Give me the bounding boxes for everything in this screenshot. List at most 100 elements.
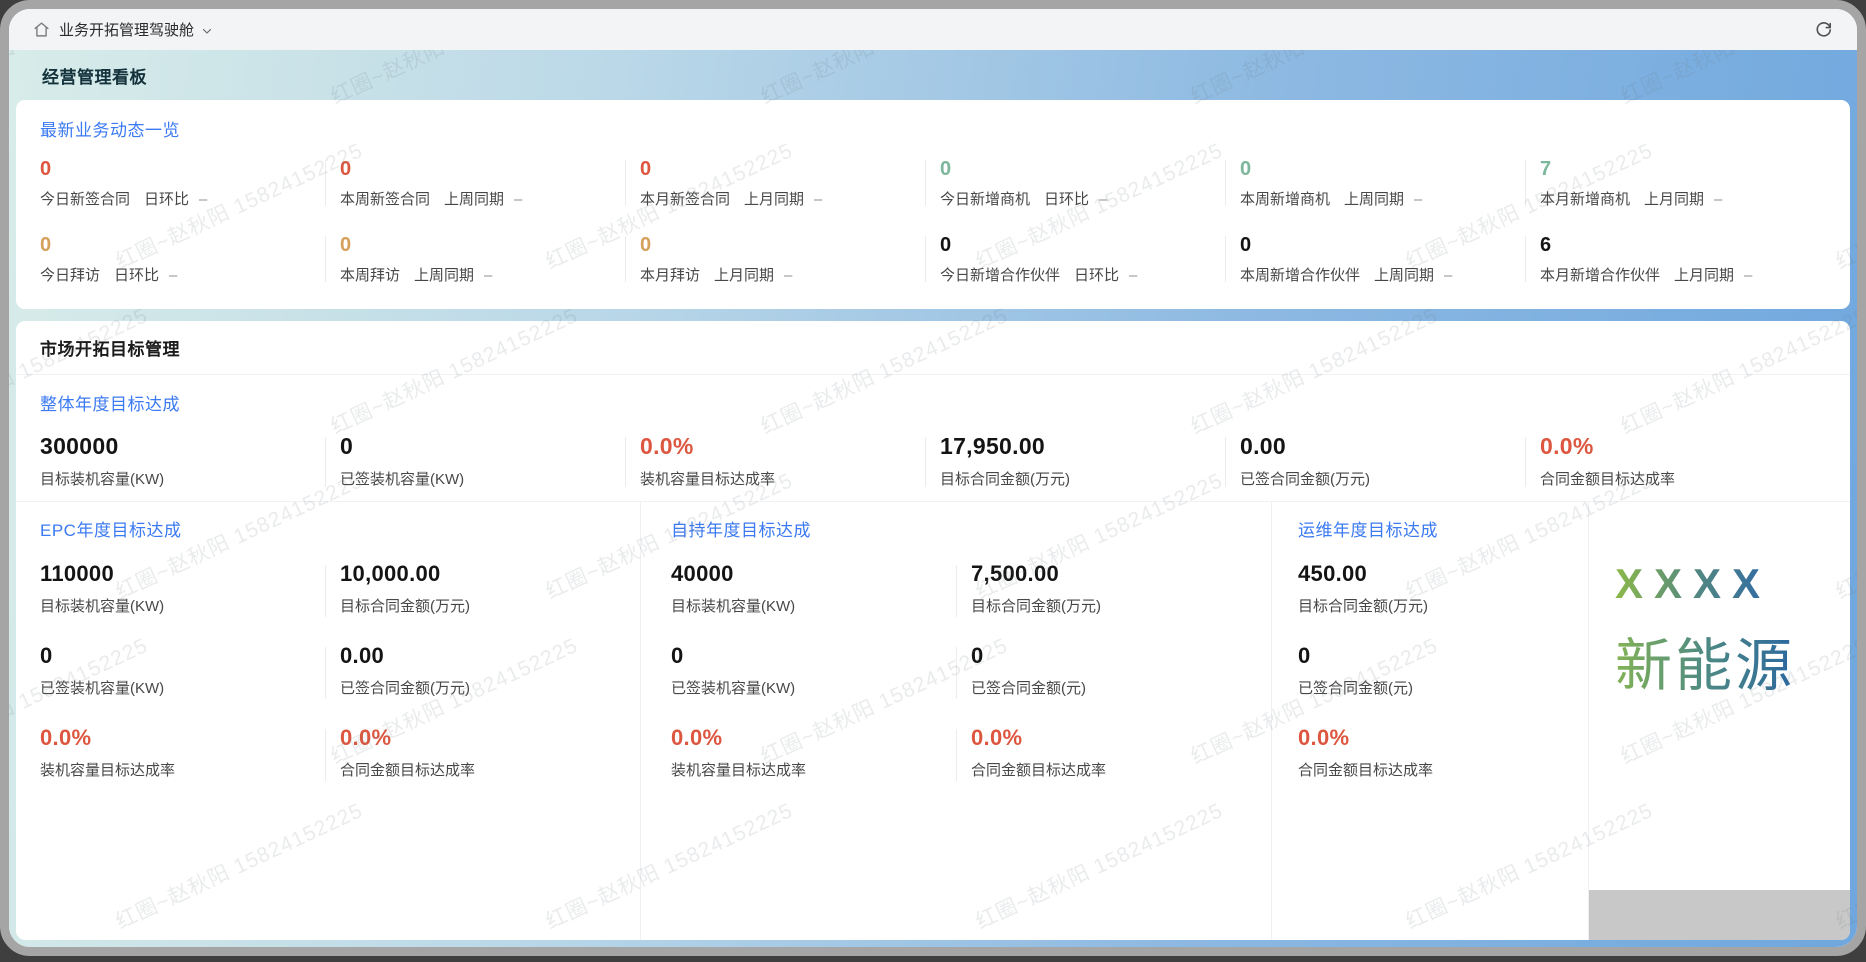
stat-today-new-partner: 0 今日新增合作伙伴日环比– xyxy=(940,233,1240,309)
topbar: 业务开拓管理驾驶舱 xyxy=(9,9,1857,50)
stat-value: 0 xyxy=(340,433,640,459)
stat-label: 目标合同金额(万元) xyxy=(340,595,640,616)
latest-activity-grid: 0 今日新签合同日环比– 0 本周新签合同上周同期– 0 本月新签合同上月同期–… xyxy=(40,157,1850,309)
chevron-down-icon[interactable] xyxy=(201,25,213,37)
stat-value: 0.00 xyxy=(1240,433,1540,459)
stat-value: 0.0% xyxy=(640,433,940,459)
stat-label: 合同金额目标达成率 xyxy=(340,759,640,780)
stat-label: 本月拜访 xyxy=(640,267,700,284)
stat-label: 目标合同金额(万元) xyxy=(940,468,1240,489)
stat-label: 已签合同金额(万元) xyxy=(1240,468,1540,489)
stat-value: 0 xyxy=(1298,643,1578,669)
stat-value: 0.0% xyxy=(1540,433,1840,459)
stat-today-visit: 0 今日拜访日环比– xyxy=(40,233,340,309)
company-logo-text: XXXX xyxy=(1615,560,1771,608)
stat-value: 0 xyxy=(340,157,640,181)
stat-value: 10,000.00 xyxy=(340,561,640,587)
stat-value: 0.0% xyxy=(971,725,1271,751)
stat-month-new-partner: 6 本月新增合作伙伴上月同期– xyxy=(1540,233,1840,309)
stat-week-new-opportunity: 0 本周新增商机上周同期– xyxy=(1240,157,1540,233)
stat-value: 6 xyxy=(1540,233,1840,257)
home-icon[interactable] xyxy=(33,21,50,38)
stat-compare-value: – xyxy=(814,191,822,208)
stat-week-new-contract: 0 本周新签合同上周同期– xyxy=(340,157,640,233)
selfhold-amount-rate: 0.0% 合同金额目标达成率 xyxy=(971,725,1271,807)
overall-target-capacity: 300000 目标装机容量(KW) xyxy=(40,433,340,489)
stat-compare-label: 上月同期 xyxy=(744,191,804,208)
selfhold-target-title[interactable]: 自持年度目标达成 xyxy=(671,516,1271,541)
stat-label: 本月新增合作伙伴 xyxy=(1540,267,1660,284)
stat-value: 0 xyxy=(671,643,971,669)
stat-compare-label: 日环比 xyxy=(1074,267,1119,284)
stat-compare-value: – xyxy=(1129,267,1137,284)
stat-value: 300000 xyxy=(40,433,340,459)
stat-value: 0.0% xyxy=(340,725,640,751)
stat-label: 目标装机容量(KW) xyxy=(40,595,340,616)
card-gap xyxy=(16,309,1850,321)
stat-month-visit: 0 本月拜访上月同期– xyxy=(640,233,940,309)
page-title-dropdown[interactable]: 业务开拓管理驾驶舱 xyxy=(59,19,194,40)
market-target-card: 市场开拓目标管理 整体年度目标达成 300000 目标装机容量(KW) 0 已签… xyxy=(16,321,1850,940)
stat-compare-label: 上周同期 xyxy=(414,267,474,284)
overall-target-grid: 300000 目标装机容量(KW) 0 已签装机容量(KW) 0.0% 装机容量… xyxy=(40,433,1850,489)
overall-capacity-rate: 0.0% 装机容量目标达成率 xyxy=(640,433,940,489)
app-window: 业务开拓管理驾驶舱 经营管理看板 最新业务动态一览 0 今日新签合同日环比– 0… xyxy=(0,0,1866,956)
stat-label: 合同金额目标达成率 xyxy=(971,759,1271,780)
stat-today-new-contract: 0 今日新签合同日环比– xyxy=(40,157,340,233)
overall-target-amount: 17,950.00 目标合同金额(万元) xyxy=(940,433,1240,489)
stat-compare-value: – xyxy=(169,267,177,284)
stat-compare-value: – xyxy=(514,191,522,208)
stat-value: 7 xyxy=(1540,157,1840,181)
om-signed-amount: 0 已签合同金额(元) xyxy=(1298,643,1578,725)
dashboard-content: 经营管理看板 最新业务动态一览 0 今日新签合同日环比– 0 本周新签合同上周同… xyxy=(9,50,1857,947)
stat-compare-label: 日环比 xyxy=(1044,191,1089,208)
stat-label: 合同金额目标达成率 xyxy=(1540,468,1840,489)
stat-compare-value: – xyxy=(1099,191,1107,208)
stat-compare-value: – xyxy=(484,267,492,284)
stat-label: 今日新增合作伙伴 xyxy=(940,267,1060,284)
selfhold-signed-capacity: 0 已签装机容量(KW) xyxy=(671,643,971,725)
board-title: 经营管理看板 xyxy=(16,50,1850,100)
stat-value: 0 xyxy=(1240,157,1540,181)
stat-label: 今日拜访 xyxy=(40,267,100,284)
stat-compare-value: – xyxy=(1744,267,1752,284)
refresh-icon[interactable] xyxy=(1814,20,1833,39)
logo-panel-footer-bar xyxy=(1589,890,1850,940)
stat-compare-label: 上月同期 xyxy=(714,267,774,284)
stat-label: 本周新增合作伙伴 xyxy=(1240,267,1360,284)
stat-compare-value: – xyxy=(1714,191,1722,208)
stat-value: 0.00 xyxy=(340,643,640,669)
stat-today-new-opportunity: 0 今日新增商机日环比– xyxy=(940,157,1240,233)
target-panels: EPC年度目标达成 110000 目标装机容量(KW) 10,000.00 目标… xyxy=(16,502,1850,940)
stat-week-visit: 0 本周拜访上周同期– xyxy=(340,233,640,309)
company-logo-panel: XXXX 新能源 xyxy=(1588,502,1850,940)
stat-value: 0 xyxy=(1240,233,1540,257)
stat-label: 目标合同金额(万元) xyxy=(1298,595,1578,616)
stat-label: 本月新签合同 xyxy=(640,191,730,208)
stat-value: 0.0% xyxy=(40,725,340,751)
overall-signed-amount: 0.00 已签合同金额(万元) xyxy=(1240,433,1540,489)
stat-label: 已签装机容量(KW) xyxy=(40,677,340,698)
stat-label: 今日新增商机 xyxy=(940,191,1030,208)
om-target-amount: 450.00 目标合同金额(万元) xyxy=(1298,561,1578,643)
stat-label: 本月新增商机 xyxy=(1540,191,1630,208)
epc-target-title[interactable]: EPC年度目标达成 xyxy=(40,516,640,541)
selfhold-target-amount: 7,500.00 目标合同金额(万元) xyxy=(971,561,1271,643)
epc-target-capacity: 110000 目标装机容量(KW) xyxy=(40,561,340,643)
epc-signed-amount: 0.00 已签合同金额(万元) xyxy=(340,643,640,725)
selfhold-signed-amount: 0 已签合同金额(元) xyxy=(971,643,1271,725)
stat-label: 目标合同金额(万元) xyxy=(971,595,1271,616)
om-target-panel: 运维年度目标达成 450.00 目标合同金额(万元) 0 已签合同金额(元) 0… xyxy=(1271,502,1588,940)
epc-target-amount: 10,000.00 目标合同金额(万元) xyxy=(340,561,640,643)
latest-activity-title[interactable]: 最新业务动态一览 xyxy=(40,116,1850,141)
om-amount-rate: 0.0% 合同金额目标达成率 xyxy=(1298,725,1578,807)
epc-capacity-rate: 0.0% 装机容量目标达成率 xyxy=(40,725,340,807)
stat-label: 目标装机容量(KW) xyxy=(671,595,971,616)
stat-label: 本周新签合同 xyxy=(340,191,430,208)
overall-target-title[interactable]: 整体年度目标达成 xyxy=(40,390,1850,415)
stat-label: 已签合同金额(元) xyxy=(971,677,1271,698)
om-target-title[interactable]: 运维年度目标达成 xyxy=(1298,516,1588,541)
stat-compare-value: – xyxy=(1444,267,1452,284)
screenshot-stage: 业务开拓管理驾驶舱 经营管理看板 最新业务动态一览 0 今日新签合同日环比– 0… xyxy=(0,0,1866,962)
stat-compare-label: 上周同期 xyxy=(444,191,504,208)
